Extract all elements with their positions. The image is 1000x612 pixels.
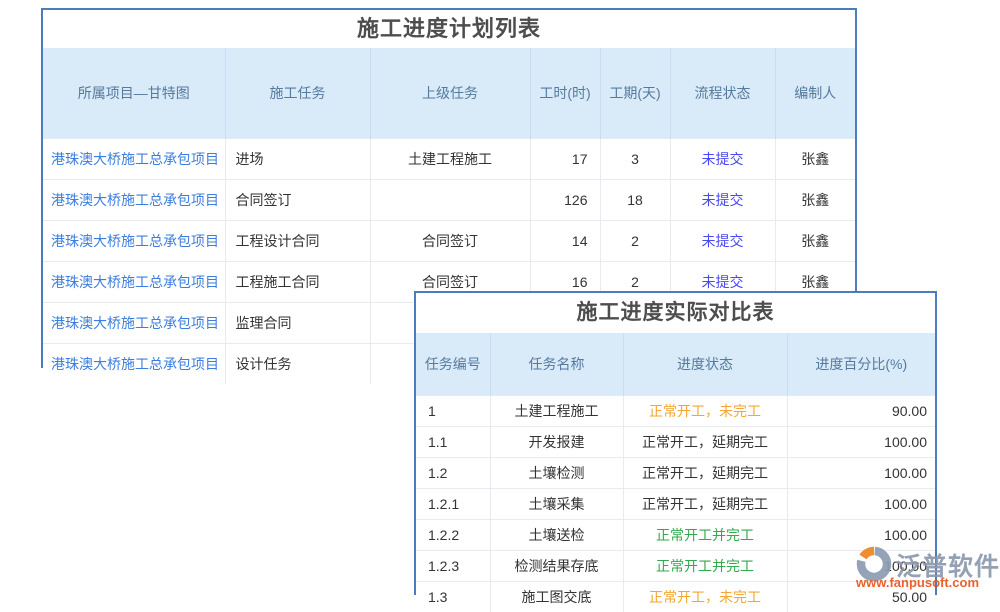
- task-number-cell: 1.2.3: [416, 551, 490, 582]
- compare-table: 任务编号任务名称进度状态进度百分比(%) 1土建工程施工正常开工，未完工90.0…: [416, 333, 935, 612]
- compare-table-row: 1.2.1土壤采集正常开工，延期完工100.00: [416, 489, 935, 520]
- plan-column-header: 工期(天): [600, 48, 670, 139]
- parent-task-cell: 土建工程施工: [370, 139, 530, 180]
- plan-table-row: 港珠澳大桥施工总承包项目工程设计合同合同签订142未提交张鑫: [43, 221, 855, 262]
- plan-column-header: 编制人: [775, 48, 855, 139]
- parent-task-cell: 合同签订: [370, 221, 530, 262]
- task-cell: 合同签订: [225, 180, 370, 221]
- task-name-cell: 土壤检测: [490, 458, 623, 489]
- progress-status-cell: 正常开工，未完工: [623, 582, 787, 612]
- compare-column-header: 任务名称: [490, 333, 623, 396]
- plan-table-header-row: 所属项目—甘特图施工任务上级任务工时(时)工期(天)流程状态编制人: [43, 48, 855, 139]
- hours-cell: 17: [530, 139, 600, 180]
- progress-status-cell: 正常开工，未完工: [623, 396, 787, 427]
- task-cell: 监理合同: [225, 303, 370, 344]
- hours-cell: 126: [530, 180, 600, 221]
- compare-column-header: 进度状态: [623, 333, 787, 396]
- progress-status-cell: 正常开工并完工: [623, 520, 787, 551]
- plan-column-header: 上级任务: [370, 48, 530, 139]
- hours-cell: 14: [530, 221, 600, 262]
- plan-column-header: 施工任务: [225, 48, 370, 139]
- plan-column-header: 所属项目—甘特图: [43, 48, 225, 139]
- progress-status-cell: 正常开工，延期完工: [623, 427, 787, 458]
- author-cell: 张鑫: [775, 139, 855, 180]
- progress-percent-cell: 50.00: [787, 582, 935, 612]
- progress-status-cell: 正常开工，延期完工: [623, 458, 787, 489]
- task-number-cell: 1.1: [416, 427, 490, 458]
- compare-table-title: 施工进度实际对比表: [416, 293, 935, 333]
- compare-table-header-row: 任务编号任务名称进度状态进度百分比(%): [416, 333, 935, 396]
- days-cell: 2: [600, 221, 670, 262]
- author-cell: 张鑫: [775, 180, 855, 221]
- plan-table-title: 施工进度计划列表: [43, 10, 855, 48]
- progress-percent-cell: 90.00: [787, 396, 935, 427]
- progress-percent-cell: 100.00: [787, 489, 935, 520]
- compare-table-row: 1.2.3检测结果存底正常开工并完工100.00: [416, 551, 935, 582]
- plan-column-header: 工时(时): [530, 48, 600, 139]
- workflow-status-link[interactable]: 未提交: [670, 180, 775, 221]
- task-name-cell: 检测结果存底: [490, 551, 623, 582]
- task-name-cell: 开发报建: [490, 427, 623, 458]
- compare-table-row: 1.2.2土壤送检正常开工并完工100.00: [416, 520, 935, 551]
- task-cell: 工程施工合同: [225, 262, 370, 303]
- task-number-cell: 1.2.1: [416, 489, 490, 520]
- task-number-cell: 1.3: [416, 582, 490, 612]
- progress-percent-cell: 100.00: [787, 458, 935, 489]
- project-link[interactable]: 港珠澳大桥施工总承包项目: [43, 180, 225, 221]
- compare-table-row: 1.2土壤检测正常开工，延期完工100.00: [416, 458, 935, 489]
- project-link[interactable]: 港珠澳大桥施工总承包项目: [43, 344, 225, 385]
- project-link[interactable]: 港珠澳大桥施工总承包项目: [43, 262, 225, 303]
- compare-table-row: 1.1开发报建正常开工，延期完工100.00: [416, 427, 935, 458]
- progress-percent-cell: 100.00: [787, 551, 935, 582]
- task-number-cell: 1.2.2: [416, 520, 490, 551]
- days-cell: 3: [600, 139, 670, 180]
- progress-percent-cell: 100.00: [787, 520, 935, 551]
- parent-task-cell: [370, 180, 530, 221]
- compare-column-header: 任务编号: [416, 333, 490, 396]
- task-number-cell: 1.2: [416, 458, 490, 489]
- task-name-cell: 施工图交底: [490, 582, 623, 612]
- plan-column-header: 流程状态: [670, 48, 775, 139]
- compare-table-row: 1.3施工图交底正常开工，未完工50.00: [416, 582, 935, 612]
- compare-column-header: 进度百分比(%): [787, 333, 935, 396]
- task-name-cell: 土建工程施工: [490, 396, 623, 427]
- task-cell: 进场: [225, 139, 370, 180]
- workflow-status-link[interactable]: 未提交: [670, 221, 775, 262]
- task-cell: 设计任务: [225, 344, 370, 385]
- task-name-cell: 土壤送检: [490, 520, 623, 551]
- task-name-cell: 土壤采集: [490, 489, 623, 520]
- compare-table-panel: 施工进度实际对比表 任务编号任务名称进度状态进度百分比(%) 1土建工程施工正常…: [414, 291, 937, 595]
- project-link[interactable]: 港珠澳大桥施工总承包项目: [43, 221, 225, 262]
- progress-status-cell: 正常开工，延期完工: [623, 489, 787, 520]
- days-cell: 18: [600, 180, 670, 221]
- progress-status-cell: 正常开工并完工: [623, 551, 787, 582]
- compare-table-row: 1土建工程施工正常开工，未完工90.00: [416, 396, 935, 427]
- progress-percent-cell: 100.00: [787, 427, 935, 458]
- author-cell: 张鑫: [775, 221, 855, 262]
- plan-table-row: 港珠澳大桥施工总承包项目合同签订 12618未提交张鑫: [43, 180, 855, 221]
- project-link[interactable]: 港珠澳大桥施工总承包项目: [43, 303, 225, 344]
- project-link[interactable]: 港珠澳大桥施工总承包项目: [43, 139, 225, 180]
- workflow-status-link[interactable]: 未提交: [670, 139, 775, 180]
- task-number-cell: 1: [416, 396, 490, 427]
- plan-table-row: 港珠澳大桥施工总承包项目进场土建工程施工173未提交张鑫: [43, 139, 855, 180]
- task-cell: 工程设计合同: [225, 221, 370, 262]
